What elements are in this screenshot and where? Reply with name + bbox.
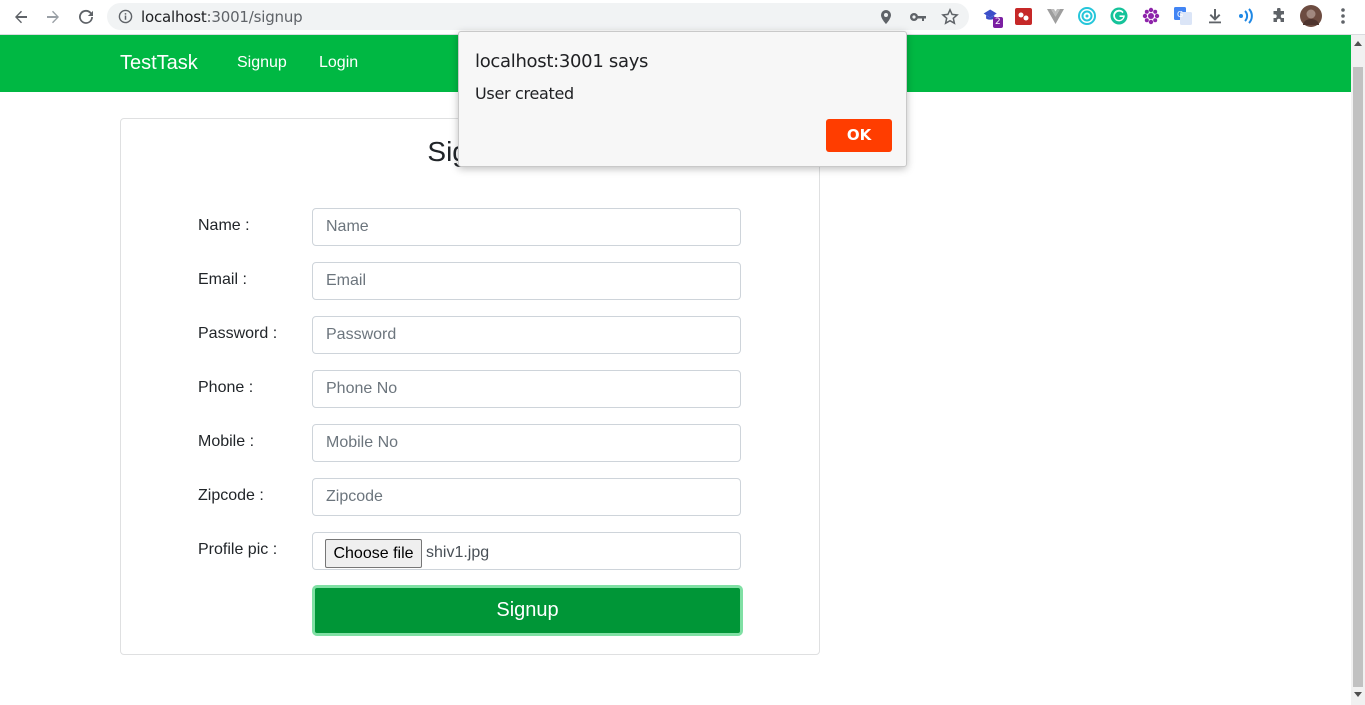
scroll-thumb[interactable] <box>1353 67 1363 687</box>
extension-icon-waves[interactable] <box>1238 7 1256 25</box>
extension-icon-badge[interactable]: 2 <box>982 7 1003 28</box>
browser-toolbar: localhost:3001/signup 2 G <box>0 0 1365 35</box>
zipcode-input[interactable] <box>312 478 741 516</box>
email-label: Email : <box>198 271 247 288</box>
back-button[interactable] <box>9 6 33 28</box>
reload-button[interactable] <box>74 6 98 28</box>
puzzle-icon[interactable] <box>1270 7 1288 25</box>
selected-file-name: shiv1.jpg <box>426 544 490 561</box>
zipcode-label: Zipcode : <box>198 487 264 504</box>
extension-badge-count: 2 <box>993 17 1003 28</box>
nav-link-login[interactable]: Login <box>319 54 358 72</box>
name-row: Name : <box>198 208 742 246</box>
download-icon[interactable] <box>1206 7 1224 25</box>
dialog-message: User created <box>475 84 574 103</box>
kebab-menu-icon[interactable] <box>1334 7 1352 25</box>
brand-link[interactable]: TestTask <box>120 52 198 75</box>
mobile-label: Mobile : <box>198 433 255 450</box>
alert-dialog: localhost:3001 says User created OK <box>458 31 907 167</box>
choose-file-button[interactable]: Choose file <box>325 539 422 568</box>
reload-icon <box>79 9 93 24</box>
scroll-down-arrow[interactable] <box>1354 692 1362 697</box>
extension-icon-target[interactable] <box>1078 7 1096 25</box>
phone-input[interactable] <box>312 370 741 408</box>
password-label: Password : <box>198 325 278 342</box>
star-icon[interactable] <box>941 8 959 26</box>
nav-link-signup[interactable]: Signup <box>237 54 287 72</box>
svg-text:G: G <box>1177 10 1183 19</box>
info-icon[interactable] <box>118 9 133 24</box>
profile-pic-row: Profile pic : Choose file shiv1.jpg <box>198 532 742 570</box>
signup-submit-button[interactable]: Signup <box>312 585 743 636</box>
name-label: Name : <box>198 217 250 234</box>
email-row: Email : <box>198 262 742 300</box>
extension-icon-flower[interactable] <box>1142 7 1160 25</box>
arrow-right-icon <box>47 10 59 24</box>
password-row: Password : <box>198 316 742 354</box>
email-input[interactable] <box>312 262 741 300</box>
extension-icon-red[interactable] <box>1014 7 1032 25</box>
page-scrollbar[interactable] <box>1351 35 1365 705</box>
forward-button[interactable] <box>41 6 65 28</box>
url-text[interactable]: localhost:3001/signup <box>141 8 303 26</box>
key-icon[interactable] <box>909 8 927 26</box>
profile-pic-input[interactable]: Choose file shiv1.jpg <box>312 532 741 570</box>
zipcode-row: Zipcode : <box>198 478 742 516</box>
translate-icon[interactable]: G <box>1174 7 1192 25</box>
mobile-row: Mobile : <box>198 424 742 462</box>
mobile-input[interactable] <box>312 424 741 462</box>
signup-card: Signup Name : Email : Password : Phone :… <box>120 118 820 655</box>
phone-label: Phone : <box>198 379 254 396</box>
arrow-left-icon <box>15 10 27 24</box>
scroll-up-arrow[interactable] <box>1354 41 1362 46</box>
phone-row: Phone : <box>198 370 742 408</box>
avatar[interactable] <box>1300 5 1322 27</box>
dialog-ok-button[interactable]: OK <box>826 119 892 152</box>
grammarly-icon[interactable] <box>1110 7 1128 25</box>
address-bar[interactable]: localhost:3001/signup <box>107 3 969 30</box>
location-icon[interactable] <box>877 8 895 26</box>
extension-icon-vue[interactable] <box>1046 7 1064 25</box>
dialog-title: localhost:3001 says <box>475 51 649 72</box>
password-input[interactable] <box>312 316 741 354</box>
name-input[interactable] <box>312 208 741 246</box>
profile-pic-label: Profile pic : <box>198 541 278 558</box>
